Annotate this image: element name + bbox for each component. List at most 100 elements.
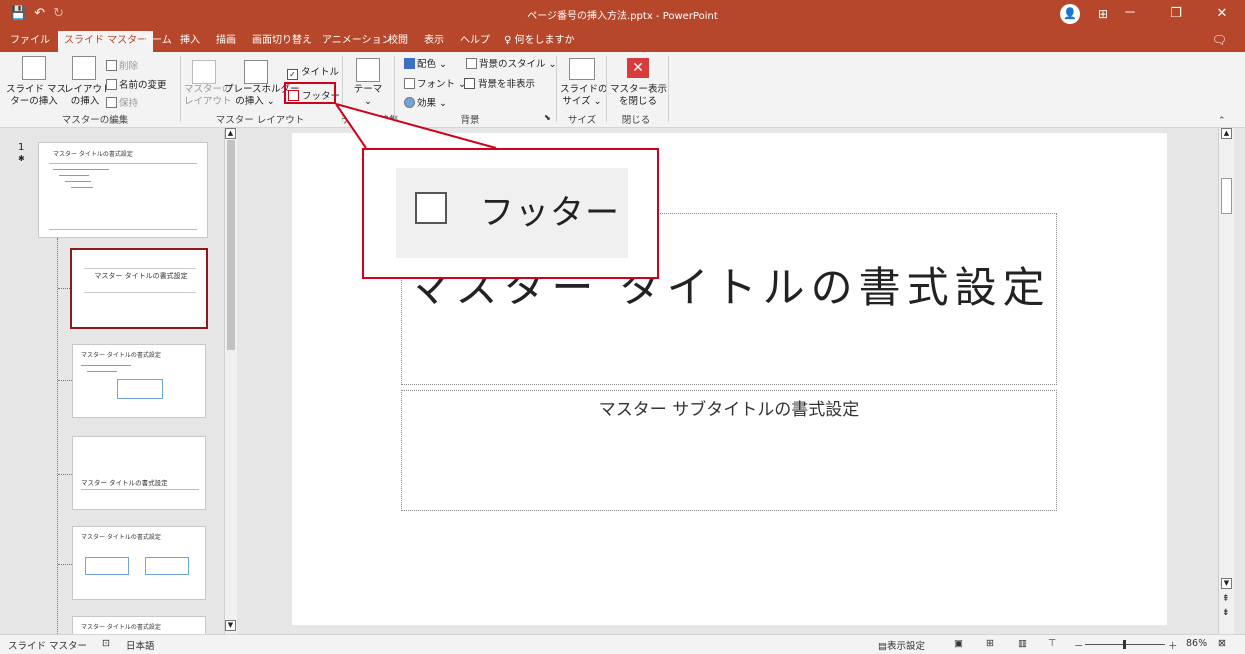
callout-footer-option: フッター: [396, 168, 628, 258]
tab-insert[interactable]: 挿入: [174, 31, 206, 52]
content-icons: [145, 557, 189, 575]
rename-button[interactable]: 名前の変更: [106, 77, 167, 91]
tab-home[interactable]: ホーム: [136, 31, 178, 52]
layout-thumbnail-title: マスター タイトルの書式設定: [81, 479, 168, 487]
thumb-line: [49, 163, 197, 164]
lightbulb-icon: ♀: [504, 35, 515, 46]
delete-button[interactable]: 削除: [106, 58, 138, 72]
insert-layout-button[interactable]: レイアウト の挿入: [64, 84, 112, 108]
rename-icon: [106, 79, 117, 90]
thumb-line: [84, 292, 196, 293]
scroll-down-icon[interactable]: ▼: [1221, 578, 1232, 589]
master-thumbnail-title: マスター タイトルの書式設定: [53, 151, 133, 158]
restore-button[interactable]: ❐: [1153, 0, 1199, 28]
effects-button[interactable]: 効果 ⌄: [404, 95, 447, 109]
insert-layout-label-1: レイアウト: [64, 84, 112, 95]
window-title: ページ番号の挿入方法.pptx - PowerPoint: [527, 11, 718, 22]
editor-scrollbar[interactable]: ▲ ▼ ⇞ ⇟: [1218, 128, 1234, 634]
layout-thumbnail-content[interactable]: マスター タイトルの書式設定: [72, 344, 206, 418]
insert-placeholder-button[interactable]: プレースホルダー の挿入 ⌄: [224, 84, 300, 108]
preserve-label: 保持: [119, 98, 139, 109]
ribbon-tabs: ファイル スライド マスター ホーム 挿入 描画 画面切り替え アニメーション …: [0, 28, 1245, 52]
next-slide-icon[interactable]: ⇟: [1222, 608, 1230, 618]
hide-background-checkbox[interactable]: 背景を非表示: [464, 76, 535, 90]
master-layout-button[interactable]: マスターの レイアウト: [184, 84, 232, 108]
slide-size-button[interactable]: スライドの サイズ ⌄: [560, 84, 608, 108]
thumb-line: [81, 365, 131, 366]
normal-view-icon[interactable]: ▣: [954, 638, 963, 649]
scroll-down-icon[interactable]: ▼: [225, 620, 236, 631]
tell-me-search[interactable]: ♀ 何をしますか: [498, 31, 581, 52]
language-label[interactable]: 日本語: [126, 638, 155, 652]
preserve-icon: [106, 97, 117, 108]
separator: [394, 56, 395, 122]
group-size: サイズ: [567, 115, 597, 126]
close-master-label-1: マスター表示: [610, 84, 668, 95]
callout-footer-label: フッター: [480, 193, 620, 233]
background-dialog-launcher-icon[interactable]: ⬊: [544, 113, 551, 122]
tab-help[interactable]: ヘルプ: [454, 31, 496, 52]
close-master-icon: ✕: [627, 58, 649, 78]
thumb-line: [81, 489, 199, 490]
layout-thumbnail-section[interactable]: マスター タイトルの書式設定: [72, 436, 206, 510]
tab-transitions[interactable]: 画面切り替え: [246, 31, 318, 52]
close-button[interactable]: ✕: [1199, 0, 1245, 28]
fonts-button[interactable]: フォント ⌄: [404, 76, 466, 90]
thumbnails-scrollbar[interactable]: ▲ ▼: [224, 128, 237, 634]
title-checkbox[interactable]: ✓ タイトル: [287, 64, 339, 80]
close-master-label-2: を閉じる: [618, 96, 657, 107]
reading-view-icon[interactable]: ▥: [1018, 638, 1027, 649]
zoom-out-button[interactable]: －: [1074, 638, 1084, 652]
layout-thumbnail-two-content[interactable]: マスター タイトルの書式設定: [72, 526, 206, 600]
tab-file[interactable]: ファイル: [4, 31, 56, 52]
zoom-slider-handle[interactable]: [1123, 640, 1126, 649]
separator: [668, 56, 669, 122]
thumb-line: [49, 229, 197, 230]
tab-draw[interactable]: 描画: [210, 31, 242, 52]
insert-slide-master-button[interactable]: スライド マス ターの挿入: [6, 84, 66, 108]
preserve-button[interactable]: 保持: [106, 95, 138, 109]
master-layout-label-2: レイアウト: [184, 96, 232, 107]
collapse-ribbon-icon[interactable]: ⌃: [1218, 116, 1226, 126]
fit-to-window-icon[interactable]: ⊠: [1218, 638, 1226, 649]
scrollbar-thumb[interactable]: [227, 140, 235, 350]
layout-thumbnail-comparison[interactable]: マスター タイトルの書式設定: [72, 616, 206, 634]
account-icon[interactable]: 👤: [1060, 4, 1080, 24]
slide-sorter-icon[interactable]: ⊞: [986, 638, 994, 649]
insert-placeholder-icon: [244, 60, 268, 84]
master-layout-icon: [192, 60, 216, 84]
tab-view[interactable]: 表示: [418, 31, 450, 52]
previous-slide-icon[interactable]: ⇞: [1222, 594, 1230, 604]
delete-label: 削除: [119, 61, 139, 72]
subtitle-placeholder[interactable]: マスター サブタイトルの書式設定: [401, 390, 1057, 511]
comments-icon[interactable]: 🗨: [1212, 33, 1227, 47]
tell-me-label: 何をしますか: [514, 35, 575, 46]
slideshow-icon[interactable]: ⊤: [1048, 638, 1056, 649]
layout-connector: [58, 474, 72, 475]
rename-label: 名前の変更: [119, 80, 167, 91]
layout-connector: [58, 380, 72, 381]
scroll-up-icon[interactable]: ▲: [225, 128, 236, 139]
insert-master-label-2: ターの挿入: [10, 96, 58, 107]
close-master-view-button[interactable]: マスター表示 を閉じる: [610, 84, 668, 108]
scroll-up-icon[interactable]: ▲: [1221, 128, 1232, 139]
background-styles-icon: [466, 58, 477, 69]
delete-icon: [106, 60, 117, 71]
display-settings-label: 表示設定: [886, 641, 925, 652]
zoom-in-button[interactable]: ＋: [1168, 638, 1178, 652]
tab-review[interactable]: 校閲: [382, 31, 414, 52]
colors-button[interactable]: 配色 ⌄: [404, 56, 447, 70]
layout-thumbnail-title-slide[interactable]: マスター タイトルの書式設定: [70, 248, 208, 329]
spellcheck-icon[interactable]: ⊡: [102, 638, 110, 649]
zoom-level[interactable]: 86%: [1186, 638, 1207, 649]
background-styles-label: 背景のスタイル ⌄: [479, 59, 557, 70]
content-icons: [117, 379, 163, 399]
display-settings-button[interactable]: ▤表示設定: [878, 638, 925, 652]
minimize-button[interactable]: －: [1107, 0, 1153, 28]
slide-size-label-2: サイズ ⌄: [562, 96, 602, 107]
scrollbar-thumb[interactable]: [1221, 178, 1232, 214]
display-settings-icon: ▤: [878, 641, 887, 652]
master-thumbnail[interactable]: マスター タイトルの書式設定: [38, 142, 208, 238]
thumb-line: [87, 371, 117, 372]
background-styles-button[interactable]: 背景のスタイル ⌄: [466, 56, 556, 70]
